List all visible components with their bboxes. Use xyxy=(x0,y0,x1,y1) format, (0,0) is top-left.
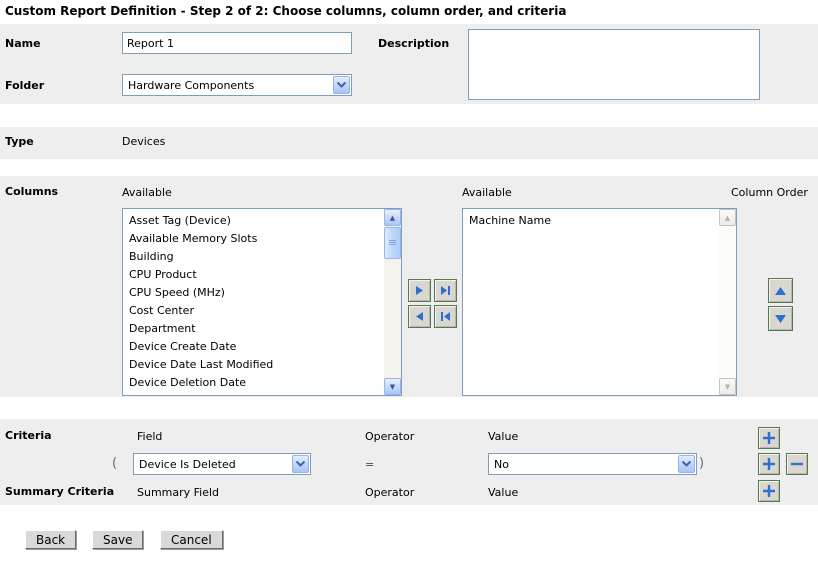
scrollbar-track xyxy=(719,226,736,378)
folder-select[interactable]: Hardware Components xyxy=(122,74,352,96)
move-all-left-icon xyxy=(440,311,451,322)
name-input[interactable] xyxy=(122,32,352,54)
move-right-icon xyxy=(414,285,425,296)
description-label: Description xyxy=(378,37,449,50)
back-button[interactable]: Back xyxy=(25,530,76,549)
open-paren: ( xyxy=(112,456,117,471)
chevron-down-icon xyxy=(333,76,350,94)
available-right-header: Available xyxy=(462,186,512,199)
scroll-down-icon: ▼ xyxy=(719,378,736,395)
value-header: Value xyxy=(488,430,518,443)
available-left-header: Available xyxy=(122,186,172,199)
move-left-icon xyxy=(414,311,425,322)
cancel-button[interactable]: Cancel xyxy=(160,530,223,549)
minus-icon xyxy=(790,457,804,471)
criteria-value-select[interactable]: No xyxy=(488,453,697,475)
summary-field-header: Summary Field xyxy=(137,486,219,499)
list-item[interactable]: Device Deletion Date xyxy=(123,374,384,392)
scroll-up-icon: ▲ xyxy=(719,209,736,226)
list-item[interactable]: Device Date Last Modified xyxy=(123,356,384,374)
summary-operator-header: Operator xyxy=(365,486,414,499)
criteria-label: Criteria xyxy=(5,429,52,442)
list-item[interactable]: Machine Name xyxy=(463,212,719,230)
list-item[interactable]: Building xyxy=(123,248,384,266)
operator-header: Operator xyxy=(365,430,414,443)
scroll-down-icon[interactable]: ▼ xyxy=(384,378,401,395)
summary-value-header: Value xyxy=(488,486,518,499)
close-paren: ) xyxy=(699,456,704,471)
column-order-down-button[interactable] xyxy=(768,306,793,331)
summary-criteria-label: Summary Criteria xyxy=(5,485,114,498)
move-left-button[interactable] xyxy=(408,305,431,328)
list-item[interactable]: Asset Tag (Device) xyxy=(123,212,384,230)
list-item[interactable]: Device Create Date xyxy=(123,338,384,356)
criteria-field-value: Device Is Deleted xyxy=(134,458,292,471)
page-title: Custom Report Definition - Step 2 of 2: … xyxy=(5,4,566,18)
save-button[interactable]: Save xyxy=(92,530,143,549)
list-item[interactable]: CPU Speed (MHz) xyxy=(123,284,384,302)
available-columns-listbox[interactable]: Asset Tag (Device)Available Memory Slots… xyxy=(122,208,402,396)
description-textarea[interactable] xyxy=(468,29,760,100)
available-columns-list: Asset Tag (Device)Available Memory Slots… xyxy=(123,209,384,395)
columns-label: Columns xyxy=(5,185,58,198)
arrow-up-icon xyxy=(774,286,787,296)
column-order-label: Column Order xyxy=(731,186,808,199)
chevron-down-icon xyxy=(292,455,309,473)
type-label: Type xyxy=(5,135,34,148)
selected-columns-list: Machine Name xyxy=(463,209,719,395)
add-summary-criteria-button[interactable] xyxy=(758,480,780,502)
folder-select-value: Hardware Components xyxy=(123,79,333,92)
available-columns-scrollbar[interactable]: ▲ ▼ xyxy=(384,209,401,395)
move-all-right-icon xyxy=(440,285,451,296)
add-criteria-button[interactable] xyxy=(758,427,780,449)
list-item[interactable]: CPU Product xyxy=(123,266,384,284)
plus-icon xyxy=(762,484,776,498)
scrollbar-thumb[interactable] xyxy=(384,227,401,259)
list-item[interactable]: Cost Center xyxy=(123,302,384,320)
selected-columns-listbox[interactable]: Machine Name ▲ ▼ xyxy=(462,208,737,396)
criteria-value-value: No xyxy=(489,458,678,471)
add-criteria-row-button[interactable] xyxy=(758,453,780,475)
type-value: Devices xyxy=(122,135,165,148)
field-header: Field xyxy=(137,430,162,443)
scroll-up-icon[interactable]: ▲ xyxy=(384,209,401,226)
criteria-field-select[interactable]: Device Is Deleted xyxy=(133,453,311,475)
selected-columns-scrollbar: ▲ ▼ xyxy=(719,209,736,395)
column-order-up-button[interactable] xyxy=(768,278,793,303)
list-item[interactable]: Available Memory Slots xyxy=(123,230,384,248)
arrow-down-icon xyxy=(774,314,787,324)
remove-criteria-row-button[interactable] xyxy=(786,453,808,475)
move-right-button[interactable] xyxy=(408,279,431,302)
list-item[interactable]: Department xyxy=(123,320,384,338)
move-all-left-button[interactable] xyxy=(434,305,457,328)
plus-icon xyxy=(762,457,776,471)
folder-label: Folder xyxy=(5,79,44,92)
name-label: Name xyxy=(5,37,41,50)
plus-icon xyxy=(762,431,776,445)
move-all-right-button[interactable] xyxy=(434,279,457,302)
chevron-down-icon xyxy=(678,455,695,473)
scrollbar-track[interactable] xyxy=(384,259,401,378)
custom-report-definition-page: Custom Report Definition - Step 2 of 2: … xyxy=(0,0,818,563)
criteria-operator-value: = xyxy=(365,458,374,471)
